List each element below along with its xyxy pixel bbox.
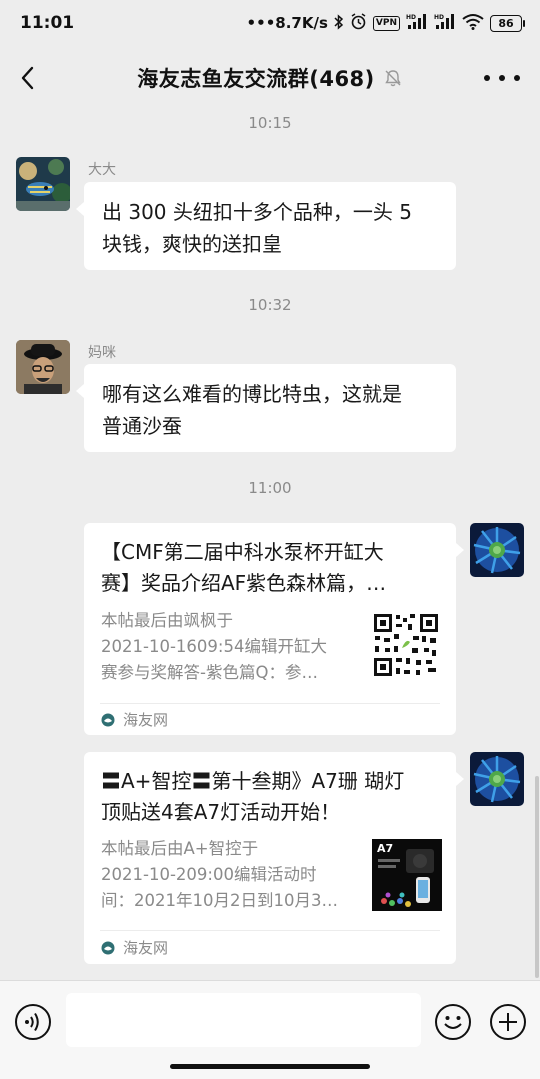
voice-input-button[interactable] (14, 1003, 52, 1041)
chat-title: 海友志鱼友交流群(468) (137, 67, 375, 91)
card-title: 〓A+智控〓第十叁期》A7珊 瑚灯 顶贴送4套A7灯活动开始！ (101, 766, 441, 828)
emoji-button[interactable] (434, 1003, 472, 1041)
vpn-icon: VPN (372, 15, 400, 31)
svg-text:HD: HD (434, 14, 444, 21)
more-dot-icon (499, 75, 505, 81)
card-desc-line: 2021-10-1609:54编辑开缸大 (101, 637, 327, 656)
source-logo-icon (101, 941, 115, 954)
voice-icon (15, 1004, 51, 1040)
svg-text:HD: HD (406, 14, 416, 21)
mute-bell-icon (385, 70, 401, 87)
signal-2-icon: HD (434, 13, 456, 33)
card-title-line: 顶贴送4套A7灯活动开始！ (101, 800, 341, 824)
card-source: 海友网 (101, 709, 168, 730)
message-text-line: 块钱，爽快的送扣皇 (102, 232, 282, 256)
chat-header: 海友志鱼友交流群(468) (0, 46, 540, 110)
card-description: 本帖最后由飒枫于 2021-10-1609:54编辑开缸大 赛参与奖解答-紫色篇… (101, 608, 357, 686)
scrollbar[interactable] (535, 776, 539, 978)
more-options-button[interactable] (484, 64, 520, 92)
status-icons: •••8.7K/s VPN HD HD 86 (246, 13, 525, 33)
chevron-left-icon (21, 66, 34, 90)
home-indicator[interactable] (170, 1064, 370, 1069)
thumb-label: A7 (377, 842, 394, 855)
status-bar: 11:01 •••8.7K/s VPN HD HD 86 (0, 0, 540, 46)
message-text-line: 普通沙蚕 (102, 414, 182, 438)
message-bubble[interactable]: 出 300 头纽扣十多个品种，一头 5 块钱，爽快的送扣皇 (76, 182, 456, 270)
avatar[interactable] (16, 340, 70, 394)
card-desc-line: 赛参与奖解答-紫色篇Q：参… (101, 663, 318, 682)
status-time: 11:01 (20, 13, 75, 33)
back-button[interactable] (14, 60, 50, 96)
card-title-line: 〓A+智控〓第十叁期》A7珊 瑚灯 (101, 769, 405, 793)
battery-indicator: 86 (490, 14, 525, 32)
card-source: 海友网 (101, 937, 168, 958)
product-thumbnail: A7 (372, 839, 442, 911)
avatar[interactable] (16, 157, 70, 211)
card-desc-line: 间：2021年10月2日到10月3… (101, 891, 338, 910)
sender-name: 大大 (88, 162, 116, 178)
card-source-name: 海友网 (123, 711, 169, 729)
card-desc-line: 2021-10-209:00编辑活动时 (101, 865, 317, 884)
timestamp: 10:32 (248, 296, 292, 314)
qr-code-thumbnail (372, 612, 440, 682)
more-functions-button[interactable] (489, 1003, 527, 1041)
message-text-line: 哪有这么难看的博比特虫，这就是 (102, 382, 402, 406)
card-desc-line: 本帖最后由A+智控于 (101, 839, 259, 858)
message-bubble[interactable]: 哪有这么难看的博比特虫，这就是 普通沙蚕 (76, 364, 456, 452)
timestamp: 11:00 (248, 479, 292, 497)
timestamp: 10:15 (248, 114, 292, 132)
card-divider (100, 930, 440, 931)
emoji-icon (435, 1004, 471, 1040)
sender-name: 妈咪 (88, 345, 116, 361)
card-title: 【CMF第二届中科水泵杯开缸大 赛】奖品介绍AF紫色森林篇，… (101, 537, 441, 599)
wifi-icon (462, 13, 484, 33)
plus-icon (490, 1004, 526, 1040)
alarm-icon (350, 13, 367, 33)
card-source-name: 海友网 (123, 939, 169, 957)
card-title-line: 赛】奖品介绍AF紫色森林篇，… (101, 571, 387, 595)
my-avatar[interactable] (470, 752, 524, 806)
network-speed: •••8.7K/s (246, 14, 328, 32)
message-text-line: 出 300 头纽扣十多个品种，一头 5 (102, 200, 412, 224)
card-title-line: 【CMF第二届中科水泵杯开缸大 (101, 540, 384, 564)
link-card[interactable]: 【CMF第二届中科水泵杯开缸大 赛】奖品介绍AF紫色森林篇，… 本帖最后由飒枫于… (84, 523, 464, 735)
my-avatar[interactable] (470, 523, 524, 577)
message-input[interactable] (66, 993, 421, 1047)
more-dot-icon (484, 75, 490, 81)
link-card[interactable]: 〓A+智控〓第十叁期》A7珊 瑚灯 顶贴送4套A7灯活动开始！ 本帖最后由A+智… (84, 752, 464, 964)
more-dot-icon (514, 75, 520, 81)
bluetooth-icon (334, 13, 344, 33)
card-divider (100, 703, 440, 704)
source-logo-icon (101, 713, 115, 726)
card-desc-line: 本帖最后由飒枫于 (101, 611, 233, 630)
card-description: 本帖最后由A+智控于 2021-10-209:00编辑活动时 间：2021年10… (101, 836, 357, 914)
signal-1-icon: HD (406, 13, 428, 33)
